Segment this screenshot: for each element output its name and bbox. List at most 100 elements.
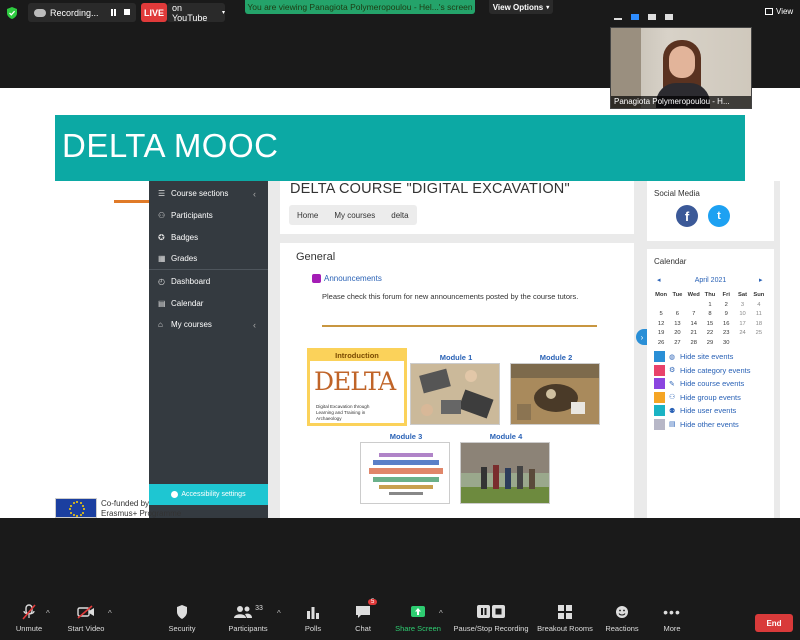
self-video-thumbnail[interactable]: Panagiota Polymeropoulou - H...	[610, 27, 752, 109]
module-1[interactable]: Module 1	[410, 352, 502, 425]
end-meeting-button[interactable]: End	[755, 614, 793, 632]
audio-options-caret[interactable]: ^	[46, 609, 50, 618]
event-filter-row[interactable]: ◍ Hide site events	[654, 351, 733, 362]
group-photo	[460, 442, 550, 504]
calendar-day[interactable]: 11	[751, 310, 767, 320]
calendar-day[interactable]: 1	[702, 301, 718, 311]
sidebar-item-my-courses[interactable]: ⌂ My courses ‹	[158, 320, 256, 330]
sidebar-item-calendar[interactable]: ▤ Calendar	[158, 299, 203, 308]
moodle-sidebar: ☰ Course sections ‹ ⚇ Participants ✪ Bad…	[149, 181, 268, 518]
calendar-day[interactable]: 22	[702, 329, 718, 339]
zoom-toolbar: Unmute ^ Start Video ^ Security 33 Parti…	[0, 599, 800, 640]
speaker-layout-icon[interactable]	[631, 14, 639, 20]
breadcrumb-delta[interactable]: delta	[383, 211, 416, 220]
calendar-day[interactable]: 6	[669, 310, 685, 320]
calendar-day[interactable]: 19	[653, 329, 669, 339]
calendar-month: April 2021	[694, 277, 727, 284]
calendar-day[interactable]: 26	[653, 339, 669, 349]
calendar-day[interactable]: 5	[653, 310, 669, 320]
strip-layout-icon[interactable]	[648, 14, 656, 20]
calendar-day[interactable]: 21	[686, 329, 702, 339]
module-4[interactable]: Module 4	[460, 431, 552, 504]
view-button[interactable]: View	[765, 7, 793, 16]
calendar-day[interactable]: 8	[702, 310, 718, 320]
calendar-day[interactable]: 2	[718, 301, 734, 311]
weekday-label: Wed	[687, 292, 700, 298]
event-filter-link[interactable]: Hide other events	[680, 420, 739, 429]
list-icon: ☰	[158, 189, 166, 198]
share-options-caret[interactable]: ^	[439, 609, 443, 618]
eu-star	[72, 514, 75, 517]
video-options-caret[interactable]: ^	[108, 609, 112, 618]
eu-star	[82, 504, 85, 507]
module-3[interactable]: Module 3	[360, 431, 452, 504]
calendar-day[interactable]: 3	[734, 301, 750, 311]
gallery-layout-icon[interactable]	[665, 14, 673, 20]
calendar-day[interactable]: 18	[751, 320, 767, 330]
event-filter-link[interactable]: Hide group events	[680, 393, 741, 402]
weekday-label: Sun	[753, 292, 765, 298]
calendar-day[interactable]: 15	[702, 320, 718, 330]
calendar-day[interactable]: 20	[669, 329, 685, 339]
participants-button[interactable]: 33 Participants	[213, 600, 283, 634]
event-filter-link[interactable]: Hide user events	[680, 406, 736, 415]
event-filter-row[interactable]: ⚙ Hide category events	[654, 364, 750, 376]
pause-stop-recording-button[interactable]: Pause/Stop Recording	[453, 600, 529, 633]
module-2[interactable]: Module 2	[510, 352, 602, 425]
sidebar-item-dashboard[interactable]: ◴ Dashboard	[158, 277, 210, 286]
delta-logo-word: DELTA	[314, 367, 396, 396]
calendar-day[interactable]: 23	[718, 329, 734, 339]
calendar-day[interactable]: 10	[734, 310, 750, 320]
pause-icon[interactable]	[111, 9, 116, 16]
twitter-icon[interactable]: t	[708, 205, 730, 227]
event-filter-link[interactable]: Hide site events	[680, 352, 733, 361]
calendar-day[interactable]: 25	[751, 329, 767, 339]
event-filter-row[interactable]: ⚇ Hide group events	[654, 391, 741, 403]
sidebar-item-course-sections[interactable]: ☰ Course sections ‹	[158, 189, 256, 199]
breadcrumb-home[interactable]: Home	[289, 211, 326, 220]
sidebar-item-grades[interactable]: ▦ Grades	[158, 254, 197, 263]
calendar-empty-cell	[686, 301, 702, 311]
stop-icon[interactable]	[124, 9, 130, 15]
calendar-day[interactable]: 7	[686, 310, 702, 320]
module-introduction[interactable]: Introduction DELTA Digital Excavation th…	[307, 348, 407, 426]
calendar-day[interactable]: 17	[734, 320, 750, 330]
calendar-day[interactable]: 14	[686, 320, 702, 330]
event-filter-row[interactable]: ⚉ Hide user events	[654, 405, 736, 416]
facebook-icon[interactable]: f	[676, 205, 698, 227]
recording-indicator[interactable]: Recording...	[28, 3, 136, 22]
event-filter-row[interactable]: ✎ Hide course events	[654, 378, 744, 389]
sidebar-item-badges[interactable]: ✪ Badges	[158, 233, 198, 242]
minimize-icon[interactable]	[614, 18, 622, 20]
breadcrumb-my-courses[interactable]: My courses	[326, 211, 383, 220]
more-button[interactable]: ••• More	[637, 600, 707, 633]
calendar-day[interactable]: 30	[718, 339, 734, 349]
calendar-day[interactable]: 9	[718, 310, 734, 320]
sidebar-item-participants[interactable]: ⚇ Participants	[158, 211, 213, 220]
calendar-day[interactable]: 13	[669, 320, 685, 330]
youtube-label: on YouTube	[172, 2, 208, 23]
calendar-day[interactable]: 4	[751, 301, 767, 311]
event-filter-link[interactable]: Hide course events	[680, 379, 744, 388]
view-options-button[interactable]: View Options ▾	[489, 0, 553, 14]
next-month-button[interactable]: ▸	[759, 276, 763, 284]
event-filter-row[interactable]: ▤ Hide other events	[654, 418, 739, 430]
calendar-day[interactable]: 27	[669, 339, 685, 349]
calendar-day[interactable]: 16	[718, 320, 734, 330]
calendar-empty-cell	[669, 301, 685, 311]
delta-logo-image: DELTA Digital Excavation through Learnin…	[310, 361, 404, 423]
calendar-day[interactable]: 29	[702, 339, 718, 349]
calendar-day[interactable]: 24	[734, 329, 750, 339]
shield-icon[interactable]	[6, 6, 18, 19]
calendar-day[interactable]: 28	[686, 339, 702, 349]
calendar-day[interactable]: 12	[653, 320, 669, 330]
youtube-stream-dropdown[interactable]: on YouTube ▾	[167, 2, 225, 23]
event-type-icon: ⚙	[669, 367, 676, 374]
announcement-text: Please check this forum for new announce…	[322, 292, 579, 301]
security-button[interactable]: Security	[147, 600, 217, 633]
calendar-week-row: 26 27 28 29 30	[653, 339, 767, 349]
announcements-link[interactable]: Announcements	[324, 274, 382, 283]
event-filter-link[interactable]: Hide category events	[680, 366, 750, 375]
module-title: Module 3	[389, 432, 423, 441]
section-divider	[322, 325, 597, 327]
